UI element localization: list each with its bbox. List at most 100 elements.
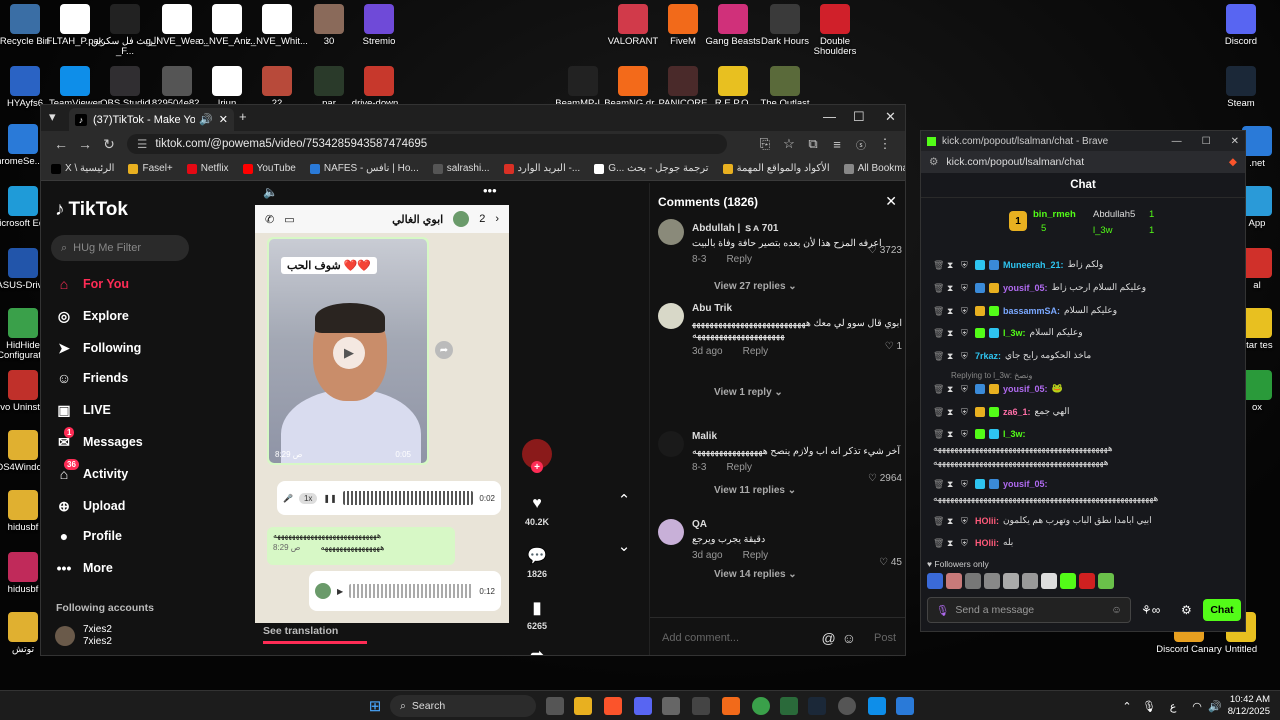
gift-icon[interactable]: ⚘∞ bbox=[1141, 603, 1160, 617]
trash-icon[interactable]: 🗑 bbox=[933, 516, 944, 526]
emote-icon[interactable] bbox=[1098, 573, 1114, 589]
nav-item-profile[interactable]: ● Profile bbox=[55, 527, 122, 545]
post-button[interactable]: Post bbox=[874, 632, 896, 644]
view-replies-button[interactable]: View 1 reply ⌄ bbox=[714, 387, 783, 398]
comment-author[interactable]: QA bbox=[692, 519, 902, 530]
reply-button[interactable]: Reply bbox=[743, 550, 769, 561]
bookmark-item[interactable]: NAFES - نافس | Ho... bbox=[309, 163, 419, 174]
close-window-button[interactable]: ✕ bbox=[1231, 136, 1239, 147]
nav-item-explore[interactable]: ◎ Explore bbox=[55, 307, 129, 325]
settings-gear-icon[interactable]: ⚙ bbox=[1181, 603, 1192, 617]
extensions-icon[interactable]: ⧉ bbox=[801, 136, 825, 152]
comment-like-button[interactable]: ♡ 3723 bbox=[868, 245, 902, 256]
trash-icon[interactable]: 🗑 bbox=[933, 328, 944, 338]
trash-icon[interactable]: 🗑 bbox=[933, 538, 944, 548]
site-info-icon[interactable]: ☰ bbox=[137, 137, 147, 151]
video-player[interactable]: ✆ ▭ ابوي الغالي 2 › شوف الحب ❤️❤️ ▶ 8:29… bbox=[255, 205, 509, 623]
emote-icon[interactable] bbox=[927, 573, 943, 589]
bookmark-item[interactable]: X \ الرئيسية bbox=[51, 163, 114, 174]
avatar[interactable] bbox=[658, 303, 684, 329]
tab-tiktok[interactable]: ♪ (37)TikTok - Make Your Day 🔊 ✕ bbox=[69, 108, 234, 131]
mention-icon[interactable]: @ bbox=[821, 630, 835, 646]
previous-video-button[interactable]: ⌃ bbox=[611, 487, 637, 513]
brave-icon[interactable] bbox=[604, 697, 622, 715]
send-chat-button[interactable]: Chat bbox=[1203, 599, 1241, 621]
bookmark-item[interactable]: Netflix bbox=[186, 163, 229, 174]
ban-icon[interactable]: ⛨ bbox=[961, 260, 971, 270]
bookmark-item[interactable]: الأكواد والمواقع المهمة bbox=[722, 163, 830, 174]
url-field[interactable]: ☰ tiktok.com/@powema5/video/753428594358… bbox=[127, 134, 727, 154]
like-button[interactable]: ♥ 40.2K bbox=[521, 491, 553, 527]
minimize-button[interactable]: — bbox=[823, 109, 836, 124]
trash-icon[interactable]: 🗑 bbox=[933, 260, 944, 270]
nav-item-upload[interactable]: ⊕ Upload bbox=[55, 497, 125, 515]
emote-icon[interactable] bbox=[965, 573, 981, 589]
timeout-icon[interactable]: ⧗ bbox=[947, 351, 957, 361]
emote-icon[interactable] bbox=[1041, 573, 1057, 589]
chat-username[interactable]: yousif_05: bbox=[1003, 384, 1048, 394]
volume-icon[interactable]: 🔈 bbox=[263, 185, 278, 199]
timeout-icon[interactable]: ⧗ bbox=[947, 479, 957, 489]
chat-message-input[interactable]: 🎙 Send a message ☺ bbox=[927, 597, 1131, 623]
bookmark-item[interactable]: G... ترجمة جوجل - بحث bbox=[594, 163, 709, 174]
timeout-icon[interactable]: ⧗ bbox=[947, 260, 957, 270]
ban-icon[interactable]: ⛨ bbox=[961, 407, 971, 417]
avatar[interactable] bbox=[658, 431, 684, 457]
chat-username[interactable]: yousif_05: bbox=[1003, 283, 1048, 293]
discord-icon[interactable] bbox=[634, 697, 652, 715]
obs-icon[interactable] bbox=[838, 697, 856, 715]
reply-button[interactable]: Reply bbox=[743, 346, 769, 357]
reply-button[interactable]: Reply bbox=[726, 462, 752, 473]
comment-like-button[interactable]: ♡ 45 bbox=[879, 557, 902, 568]
ban-icon[interactable]: ⛨ bbox=[961, 516, 971, 526]
tiktok-search-input[interactable]: ⌕ HUg Me Filter bbox=[51, 235, 189, 261]
view-replies-button[interactable]: View 11 replies ⌄ bbox=[714, 485, 796, 496]
chevron-up-icon[interactable]: ⌃ bbox=[1118, 697, 1136, 715]
emote-icon[interactable] bbox=[984, 573, 1000, 589]
speaker-icon[interactable]: 🔊 bbox=[199, 113, 213, 126]
install-icon[interactable]: ⎘ bbox=[753, 136, 777, 152]
comment-like-button[interactable]: ♡ 2964 bbox=[868, 473, 902, 484]
video-more-icon[interactable]: ••• bbox=[483, 183, 497, 198]
chat-username[interactable]: l_3w: bbox=[1003, 429, 1026, 439]
follow-plus-icon[interactable]: + bbox=[531, 461, 543, 473]
chat-username[interactable]: 7rkaz: bbox=[975, 351, 1001, 361]
ban-icon[interactable]: ⛨ bbox=[961, 328, 971, 338]
timeout-icon[interactable]: ⧗ bbox=[947, 407, 957, 417]
trash-icon[interactable]: 🗑 bbox=[933, 479, 944, 489]
app-icon[interactable] bbox=[896, 697, 914, 715]
mic-icon[interactable]: 🎙 bbox=[936, 604, 949, 617]
desktop-icon[interactable]: The Outlast bbox=[748, 66, 822, 109]
kick-url-bar[interactable]: ⚙ kick.com/popout/lsalman/chat ◆ bbox=[921, 151, 1245, 173]
see-translation-link[interactable]: See translation bbox=[263, 625, 338, 637]
task-view-icon[interactable] bbox=[546, 697, 564, 715]
ban-icon[interactable]: ⛨ bbox=[961, 351, 971, 361]
bookmark-item[interactable]: Fasel+ bbox=[128, 163, 173, 174]
minimize-button[interactable]: — bbox=[1172, 136, 1182, 147]
windows-start-icon[interactable]: ⊞ bbox=[366, 697, 384, 715]
bookmark-item[interactable]: البريد الوارد -... bbox=[503, 163, 580, 174]
ban-icon[interactable]: ⛨ bbox=[961, 384, 971, 394]
nav-item-messages[interactable]: ✉ 1 Messages bbox=[55, 427, 143, 451]
timeout-icon[interactable]: ⧗ bbox=[947, 306, 957, 316]
emote-icon[interactable] bbox=[946, 573, 962, 589]
trash-icon[interactable]: 🗑 bbox=[933, 283, 944, 293]
trash-icon[interactable]: 🗑 bbox=[933, 306, 944, 316]
trash-icon[interactable]: 🗑 bbox=[933, 407, 944, 417]
chat-username[interactable]: za6_1: bbox=[1003, 407, 1031, 417]
app-icon[interactable] bbox=[692, 697, 710, 715]
store-icon[interactable] bbox=[662, 697, 680, 715]
tiktok-logo[interactable]: ♪ TikTok bbox=[55, 199, 128, 221]
desktop-icon[interactable]: Stremio bbox=[342, 4, 416, 47]
emoji-icon[interactable]: ☺ bbox=[1111, 604, 1122, 616]
file-explorer-icon[interactable] bbox=[574, 697, 592, 715]
avatar[interactable] bbox=[658, 519, 684, 545]
avatar[interactable] bbox=[658, 219, 684, 245]
maximize-button[interactable]: ☐ bbox=[1202, 136, 1211, 147]
timeout-icon[interactable]: ⧗ bbox=[947, 328, 957, 338]
timeout-icon[interactable]: ⧗ bbox=[947, 538, 957, 548]
chat-username[interactable]: bassammSA: bbox=[1003, 306, 1060, 316]
next-video-button[interactable]: ⌄ bbox=[611, 533, 637, 559]
reload-button[interactable]: ↻ bbox=[97, 136, 121, 153]
close-icon[interactable]: ✕ bbox=[885, 193, 897, 210]
